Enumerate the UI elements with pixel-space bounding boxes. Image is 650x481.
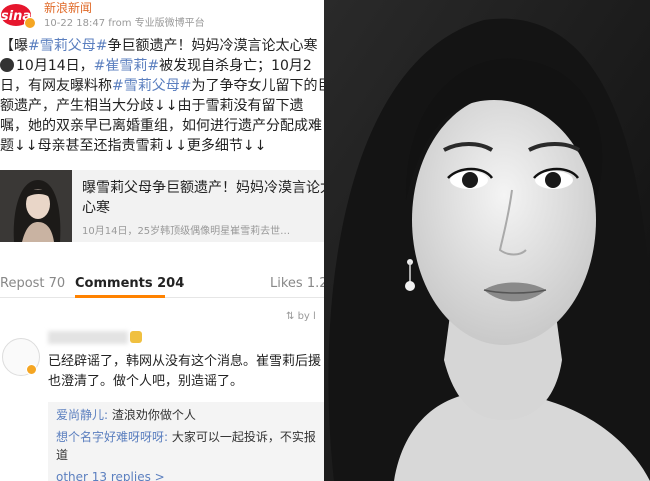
reply-box: 爱尚静儿: 渣浪劝你做个人 想个名字好难呀呀呀: 大家可以一起投诉，不实报 道 … (48, 402, 324, 481)
portrait-photo (324, 0, 650, 481)
verified-badge-icon (26, 364, 37, 375)
body-line-4: 额遗产，产生相当大分歧↓↓由于雪莉没有留下遗 (0, 98, 304, 114)
reply-item: 想个名字好难呀呀呀: 大家可以一起投诉，不实报 (56, 430, 316, 444)
article-card-title: 曝雪莉父母争巨额遗产！妈妈冷漠言论太心寒 (82, 180, 324, 216)
body-line-2: 10月14日，#崔雪莉#被发现自杀身亡；10月2 (0, 56, 324, 76)
body-line-5: 嘱，她的双亲早已离婚重组，如何进行遗产分配成难 (0, 118, 322, 134)
reply-continuation: 道 (56, 448, 69, 462)
commenter-name-blurred[interactable] (48, 331, 128, 344)
hashtag-link[interactable]: #雪莉父母# (112, 78, 191, 94)
body-line-3: 日，有网友曝料称#雪莉父母#为了争夺女儿留下的巨 (0, 78, 324, 94)
body-line-1: 【曝#雪莉父母#争巨额遗产！妈妈冷漠言论太心寒 (0, 38, 318, 54)
sort-toggle[interactable]: ⇅ by l (286, 311, 316, 322)
active-tab-indicator (75, 295, 165, 298)
tab-repost[interactable]: Repost 70 (0, 276, 65, 291)
verified-badge-icon (24, 17, 36, 29)
sort-label: by l (297, 311, 316, 322)
portrait-image (324, 0, 650, 481)
reply-item: 爱尚静儿: 渣浪劝你做个人 (56, 408, 196, 422)
sort-icon: ⇅ (286, 311, 295, 322)
article-card[interactable]: 曝雪莉父母争巨额遗产！妈妈冷漠言论太心寒 10月14日，25岁韩顶级偶像明星崔雪… (0, 170, 324, 242)
reply-author[interactable]: 爱尚静儿: (56, 408, 108, 422)
body-line-6: 题↓↓母亲甚至还指责雪莉↓↓更多细节↓↓ (0, 138, 267, 154)
composite-screenshot: sina 新浪新闻 10-22 18:47 from 专业版微博平台 【曝#雪莉… (0, 0, 650, 481)
weibo-post-panel: sina 新浪新闻 10-22 18:47 from 专业版微博平台 【曝#雪莉… (0, 0, 324, 481)
post-body: 【曝#雪莉父母#争巨额遗产！妈妈冷漠言论太心寒 10月14日，#崔雪莉#被发现自… (0, 36, 324, 156)
article-card-subtitle: 10月14日，25岁韩顶级偶像明星崔雪莉去世… (82, 226, 291, 237)
reply-author[interactable]: 想个名字好难呀呀呀: (56, 430, 168, 444)
post-header: sina 新浪新闻 10-22 18:47 from 专业版微博平台 (0, 0, 324, 30)
comment-text: 已经辟谣了，韩网从没有这个消息。崔雪莉后援 也澄清了。做个人吧，别造谣了。 (48, 354, 322, 389)
sad-emoji-icon (0, 58, 14, 72)
hashtag-link[interactable]: #崔雪莉# (94, 58, 159, 74)
post-tabs: Repost 70 Comments 204 Likes 1.2 (0, 270, 324, 298)
article-thumbnail (0, 170, 72, 242)
member-crown-icon (130, 331, 142, 343)
tab-comments[interactable]: Comments 204 (75, 276, 184, 291)
hashtag-link[interactable]: #雪莉父母# (28, 38, 107, 54)
tab-likes[interactable]: Likes 1.2 (270, 276, 324, 291)
post-meta: 10-22 18:47 from 专业版微博平台 (44, 18, 205, 29)
more-replies-link[interactable]: other 13 replies > (56, 470, 165, 481)
